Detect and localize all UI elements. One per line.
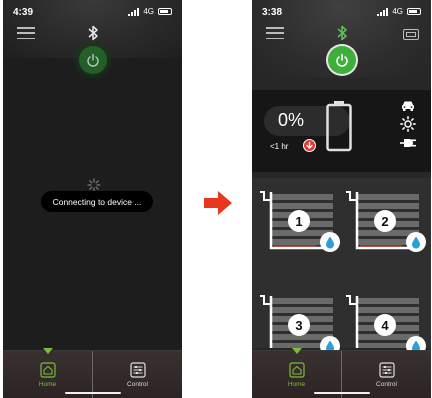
power-button[interactable] xyxy=(327,46,356,74)
water-drop-icon[interactable] xyxy=(320,232,340,252)
tab-bar: Home Control xyxy=(3,348,182,398)
comparison-stage: 4:39 4G Connecting to device ... Home Co… xyxy=(0,0,432,398)
slot-tile[interactable]: 1 xyxy=(258,186,346,266)
status-indicators: 4G xyxy=(377,7,421,16)
sun-icon xyxy=(400,116,416,132)
device-icon[interactable] xyxy=(403,29,419,40)
slot-tile[interactable]: 4 xyxy=(344,290,431,356)
power-icon xyxy=(335,53,348,67)
slot-number: 4 xyxy=(374,314,396,336)
active-tab-indicator xyxy=(291,348,302,354)
menu-icon[interactable] xyxy=(266,27,284,39)
charge-percent: 0% xyxy=(278,110,305,130)
sliders-icon xyxy=(378,361,395,378)
home-icon xyxy=(288,361,305,378)
phone-connected: 3:38 4G 0% <1 hr 1 2 3 4 Home Control xyxy=(252,0,431,398)
plug-icon xyxy=(400,139,416,147)
power-button[interactable] xyxy=(78,46,107,74)
water-drop-icon[interactable] xyxy=(406,232,426,252)
home-icon xyxy=(39,361,56,378)
bluetooth-icon[interactable] xyxy=(335,24,349,42)
slot-number: 3 xyxy=(288,314,310,336)
signal-icon xyxy=(377,7,389,16)
status-time: 4:39 xyxy=(13,7,34,18)
bluetooth-icon[interactable] xyxy=(86,24,100,42)
phone-connecting: 4:39 4G Connecting to device ... Home Co… xyxy=(3,0,182,398)
battery-icon xyxy=(326,101,352,152)
connecting-toast: Connecting to device ... xyxy=(41,191,153,212)
slot-number: 1 xyxy=(288,210,310,232)
mode-icons xyxy=(399,100,417,149)
status-indicators: 4G xyxy=(128,7,172,16)
slot-number: 2 xyxy=(374,210,396,232)
discharge-down-icon xyxy=(303,139,316,152)
battery-status-icon xyxy=(158,8,172,15)
tab-bar: Home Control xyxy=(252,348,431,398)
slot-tile[interactable]: 2 xyxy=(344,186,431,266)
tab-home-label: Home xyxy=(38,380,57,388)
status-time: 3:38 xyxy=(262,7,283,18)
charge-summary-panel: 0% <1 hr xyxy=(252,90,431,172)
slot-tile[interactable]: 3 xyxy=(258,290,346,356)
tab-control-label: Control xyxy=(127,380,148,388)
network-label: 4G xyxy=(143,7,154,16)
home-indicator xyxy=(313,391,370,394)
active-tab-indicator xyxy=(42,348,53,354)
spinner-icon xyxy=(87,178,101,192)
arrow-right-icon xyxy=(204,191,232,215)
home-indicator xyxy=(64,391,121,394)
tab-home-label: Home xyxy=(287,380,306,388)
signal-icon xyxy=(128,7,140,16)
power-icon xyxy=(86,53,99,67)
sliders-icon xyxy=(129,361,146,378)
battery-status-icon xyxy=(407,8,421,15)
network-label: 4G xyxy=(392,7,403,16)
tab-control-label: Control xyxy=(376,380,397,388)
car-icon xyxy=(402,101,414,111)
menu-icon[interactable] xyxy=(17,27,35,39)
time-remaining: <1 hr xyxy=(270,142,289,151)
